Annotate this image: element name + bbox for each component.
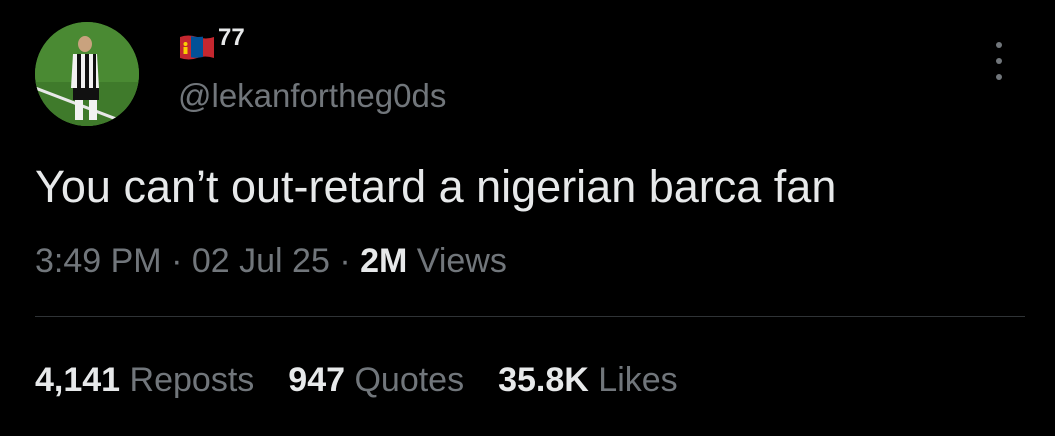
meta-separator: · bbox=[339, 242, 351, 280]
views-count: 2M bbox=[360, 242, 408, 280]
likes-stat[interactable]: 35.8K Likes bbox=[498, 358, 678, 402]
more-dots-icon bbox=[996, 74, 1002, 80]
author-name-row[interactable]: 77 bbox=[178, 24, 245, 64]
views-label: Views bbox=[416, 242, 507, 280]
quotes-label: Quotes bbox=[354, 361, 465, 399]
engagement-stats: 4,141 Reposts 947 Quotes 35.8K Likes bbox=[35, 358, 712, 402]
divider bbox=[35, 316, 1025, 317]
quotes-stat[interactable]: 947 Quotes bbox=[288, 358, 464, 402]
reposts-label: Reposts bbox=[129, 361, 255, 399]
likes-label: Likes bbox=[598, 361, 678, 399]
more-dots-icon bbox=[996, 42, 1002, 48]
reposts-stat[interactable]: 4,141 Reposts bbox=[35, 358, 254, 402]
quotes-count: 947 bbox=[288, 361, 346, 399]
tweet-time[interactable]: 3:49 PM bbox=[35, 242, 162, 280]
likes-count: 35.8K bbox=[498, 361, 589, 399]
tweet-date[interactable]: 02 Jul 25 bbox=[192, 242, 330, 280]
meta-separator: · bbox=[171, 242, 183, 280]
display-name[interactable]: 77 bbox=[218, 25, 245, 51]
tweet-meta: 3:49 PM · 02 Jul 25 · 2M Views bbox=[35, 240, 507, 282]
avatar-image bbox=[35, 22, 139, 126]
avatar[interactable] bbox=[35, 22, 139, 126]
reposts-count: 4,141 bbox=[35, 361, 121, 399]
user-handle[interactable]: @lekanfortheg0ds bbox=[178, 76, 446, 116]
tweet-text: You can’t out-retard a nigerian barca fa… bbox=[35, 161, 837, 212]
tweet-card: 77 @lekanfortheg0ds You can’t out-retard… bbox=[0, 0, 1055, 436]
more-dots-icon bbox=[996, 58, 1002, 64]
mongolia-flag-icon bbox=[180, 35, 214, 60]
more-options-button[interactable] bbox=[984, 36, 1014, 86]
